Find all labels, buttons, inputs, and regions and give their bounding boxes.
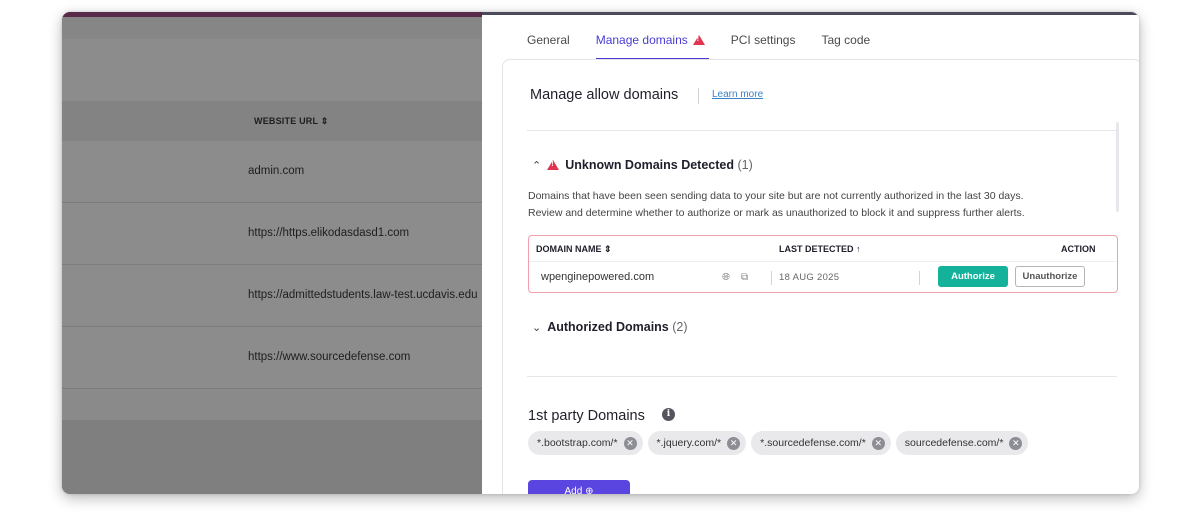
table-row[interactable]: https://https.elikodasdasd1.com (62, 203, 482, 265)
unknown-domains-description: Domains that have been seen sending data… (528, 190, 1025, 219)
domain-chip: *.bootstrap.com/* ✕ (528, 431, 643, 455)
drawer-top-border (482, 12, 1139, 15)
column-header-action: ACTION (1061, 244, 1096, 254)
website-url: https://admittedstudents.law-test.ucdavi… (248, 289, 478, 301)
globe-icon[interactable]: 🌐︎ (722, 273, 732, 283)
warning-triangle-icon (692, 35, 705, 45)
domain-chip: *.sourcedefense.com/* ✕ (751, 431, 891, 455)
copy-icon[interactable]: ⧉ (741, 273, 751, 283)
unauthorize-button[interactable]: Unauthorize (1015, 266, 1085, 287)
app-window: WEBSITE URL ⇕ admin.com https://https.el… (62, 12, 1139, 494)
table-row[interactable]: admin.com (62, 141, 482, 203)
authorize-button[interactable]: Authorize (938, 266, 1008, 287)
cell-divider (771, 271, 772, 285)
unknown-domains-table: DOMAIN NAME ⇕ LAST DETECTED ↑ ACTION wpe… (528, 235, 1118, 293)
website-url: admin.com (248, 165, 305, 177)
header-divider (529, 261, 1117, 262)
warning-triangle-icon (547, 160, 560, 170)
remove-chip-icon[interactable]: ✕ (1009, 436, 1023, 450)
last-detected-date: 18 AUG 2025 (779, 272, 840, 283)
domain-chip: sourcedefense.com/* ✕ (895, 431, 1029, 455)
authorized-domains-header[interactable]: ⌄ Authorized Domains (2) (532, 320, 688, 334)
table-row[interactable]: https://www.sourcedefense.com (62, 327, 482, 389)
domain-chip: *.jquery.com/* ✕ (647, 431, 747, 455)
learn-more-link[interactable]: Learn more (712, 89, 763, 100)
tab-manage-domains[interactable]: Manage domains (595, 33, 709, 60)
add-domain-button[interactable]: Add ⊕ (528, 480, 630, 494)
cell-divider (919, 271, 920, 285)
column-header-website-url[interactable]: WEBSITE URL ⇕ (254, 116, 329, 127)
remove-chip-icon[interactable]: ✕ (871, 436, 885, 450)
sort-up-icon: ↑ (856, 244, 861, 254)
table-footer (62, 420, 482, 494)
table-header: WEBSITE URL ⇕ (62, 101, 482, 141)
column-header-domain-name[interactable]: DOMAIN NAME ⇕ (536, 244, 612, 255)
unknown-domains-count: (1) (737, 158, 753, 172)
tab-general[interactable]: General (527, 33, 570, 60)
authorized-domains-count: (2) (672, 320, 688, 334)
unknown-domains-title: Unknown Domains Detected (565, 158, 734, 172)
table-row[interactable]: https://admittedstudents.law-test.ucdavi… (62, 265, 482, 327)
column-header-last-detected[interactable]: LAST DETECTED ↑ (779, 244, 861, 254)
first-party-chip-list: *.bootstrap.com/* ✕ *.jquery.com/* ✕ *.sou… (528, 431, 1029, 455)
section-divider (527, 376, 1117, 377)
tab-pci-settings[interactable]: PCI settings (731, 33, 796, 60)
title-divider (698, 88, 699, 104)
section-divider (527, 130, 1117, 131)
sort-arrows-icon: ⇕ (604, 244, 612, 254)
manage-domains-drawer: General Manage domains PCI settings Tag … (482, 12, 1139, 494)
chevron-down-icon: ⌄ (532, 322, 542, 334)
website-url: https://https.elikodasdasd1.com (248, 227, 410, 239)
unknown-domains-header[interactable]: ⌃ Unknown Domains Detected (1) (532, 158, 753, 172)
manage-allow-domains-title: Manage allow domains (530, 87, 679, 103)
first-party-domains-title: 1st party Domains (528, 408, 645, 424)
domain-name: wpenginepowered.com (541, 271, 655, 283)
tab-bar: General Manage domains PCI settings Tag … (527, 33, 896, 60)
table-spacer (62, 390, 482, 420)
plus-circle-icon: ⊕ (585, 486, 594, 494)
background-table-overlay: WEBSITE URL ⇕ admin.com https://https.el… (62, 12, 482, 494)
tab-manage-domains-label: Manage domains (595, 33, 688, 47)
authorized-domains-title: Authorized Domains (547, 320, 669, 334)
chevron-up-icon: ⌃ (532, 160, 542, 172)
table-toolbar (62, 17, 482, 39)
tab-tag-code[interactable]: Tag code (821, 33, 870, 60)
remove-chip-icon[interactable]: ✕ (727, 436, 741, 450)
website-url: https://www.sourcedefense.com (248, 351, 411, 363)
remove-chip-icon[interactable]: ✕ (623, 436, 637, 450)
info-icon[interactable]: i (662, 408, 675, 421)
